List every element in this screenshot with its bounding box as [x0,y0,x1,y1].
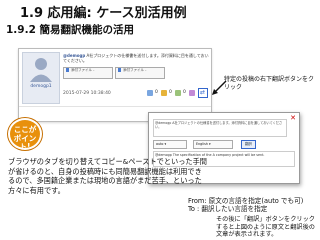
star-count: 0 [169,90,172,95]
source-text: @demogp A社プロジェクトの仕様書を送付します。添付資料に目を通しておいて… [153,119,287,137]
section-title: 1.9.2 簡易翻訳機能の活用 [6,24,135,36]
after-note: その後に「翻訳」ボタンをクリックすると上図のように原文と翻訳後の文章が表示されま… [216,216,315,239]
post-text: A社プロジェクトの仕様書を送付します。添付資料に目を通しておいてください。 [63,53,209,63]
reply-icon[interactable] [175,90,181,96]
file-icon [118,68,121,72]
to-select[interactable]: English ▾ [193,140,233,149]
close-icon[interactable]: ✕ [289,114,297,122]
share-icon[interactable] [189,90,195,96]
attachment-2[interactable]: 添付ファイル - [115,67,165,79]
language-controls: auto ▾ English ▾ 翻訳 [153,140,291,149]
avatar-label: demogp1 [30,84,52,89]
explanation-text: ブラウザのタブを切り替えてコピー&ペーストでといった手間が省けるのと、自身の投稿… [8,157,207,195]
post-body: @demogp A社プロジェクトの仕様書を送付します。添付資料に目を通しておいて… [63,53,209,63]
like-count: 0 [155,90,158,95]
from-select[interactable]: auto ▾ [153,140,187,149]
translate-button[interactable]: ⇄ [198,88,208,98]
post-card: demogp1 @demogp A社プロジェクトの仕様書を送付します。添付資料に… [18,48,212,122]
user-avatar-icon [30,58,52,82]
post-toolbar: 0 0 0 ⇄ [147,88,209,99]
avatar[interactable]: demogp1 [22,52,60,104]
post-timestamp: 2015-07-29 10:38:40 [63,91,111,96]
file-icon [66,68,69,72]
reply-count: 0 [183,90,186,95]
page-title: 1.9 応用編: ケース別活用例 [20,6,187,21]
attachment-1[interactable]: 添付ファイル - [63,67,113,79]
point-badge: ここが ポイント! [8,118,42,151]
translate-action-button[interactable]: 翻訳 [241,140,256,149]
translate-icon: ⇄ [200,89,206,96]
like-icon[interactable] [147,90,153,96]
translate-tip: 特定の投稿の右下翻訳ボタンをクリック [224,76,315,91]
badge-label: ここが ポイント! [13,125,37,151]
from-to-note: From: 原文の言語を指定(auto でも可) To : 翻訳したい言語を指定 [188,197,304,213]
divider [19,106,211,107]
star-icon[interactable] [161,90,167,96]
